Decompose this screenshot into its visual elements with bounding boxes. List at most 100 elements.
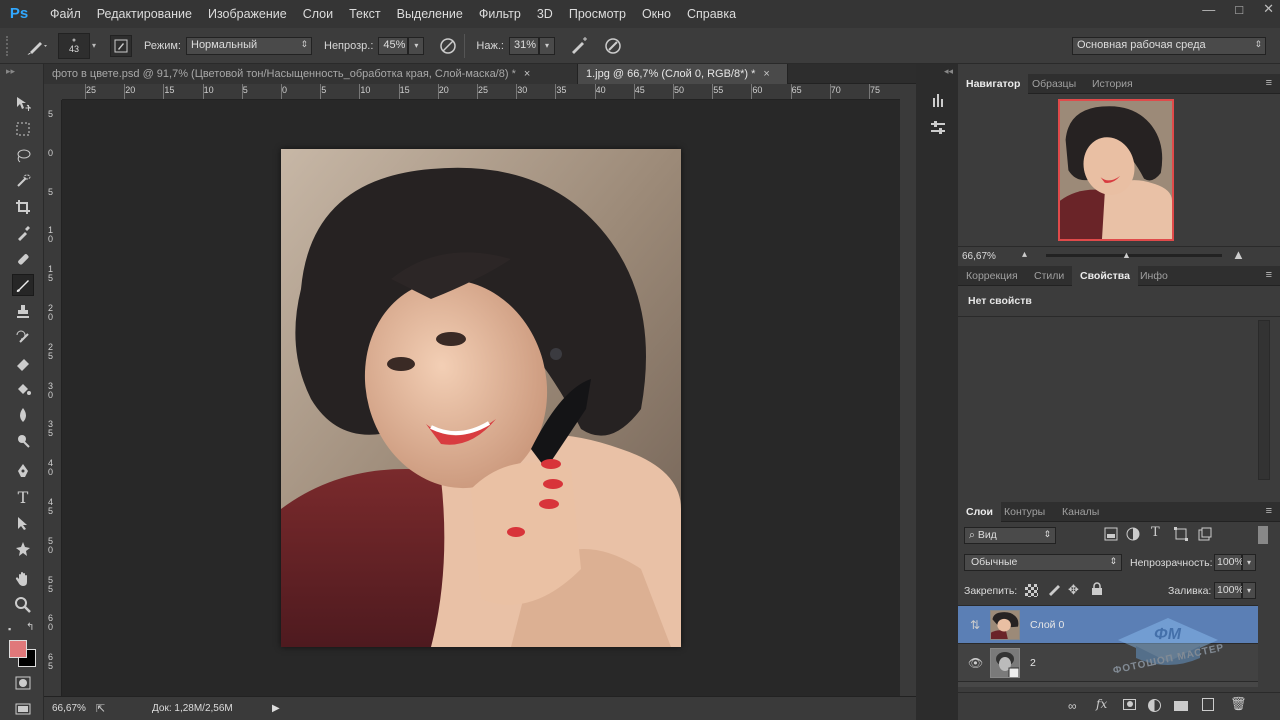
shape-tool-icon[interactable] — [12, 538, 34, 560]
zoom-slider-thumb[interactable]: ▲ — [1122, 250, 1131, 260]
type-tool-icon[interactable]: T — [12, 486, 34, 508]
minimize-button[interactable]: — — [1202, 2, 1215, 17]
zoom-level[interactable]: 66,67% — [52, 703, 96, 714]
maximize-button[interactable]: □ — [1235, 2, 1243, 17]
link-layers-icon[interactable]: ∞ — [1068, 699, 1077, 713]
tab-styles[interactable]: Стили — [1026, 266, 1072, 286]
panel-menu-icon[interactable]: ≡ — [1266, 77, 1272, 89]
clone-stamp-tool-icon[interactable] — [12, 300, 34, 322]
mode-select[interactable]: Нормальный ⇕ — [186, 36, 312, 55]
zoom-out-icon[interactable]: ▴ — [1022, 249, 1027, 260]
menu-3d[interactable]: 3D — [537, 7, 553, 21]
workspace-select[interactable]: Основная рабочая среда ⇕ — [1072, 37, 1266, 55]
lock-transparent-icon[interactable] — [1025, 584, 1038, 597]
menu-file[interactable]: Файл — [50, 7, 81, 21]
layer-style-fx-icon[interactable]: fx — [1096, 697, 1107, 711]
layer-opacity-dropdown-icon[interactable]: ▾ — [1242, 554, 1256, 571]
tab-history[interactable]: История — [1084, 74, 1141, 94]
properties-scrollbar[interactable] — [1258, 320, 1270, 480]
close-icon[interactable]: × — [763, 68, 769, 80]
pen-tool-icon[interactable] — [12, 460, 34, 482]
marquee-tool-icon[interactable] — [12, 118, 34, 140]
export-icon[interactable]: ⇱ — [96, 702, 116, 715]
close-icon[interactable]: × — [524, 68, 530, 80]
tab-layers[interactable]: Слои — [958, 502, 1001, 522]
fill-input[interactable]: 100% — [1214, 582, 1244, 599]
airbrush-icon[interactable] — [569, 36, 589, 56]
move-tool-icon[interactable] — [12, 92, 34, 114]
navigator-zoom-value[interactable]: 66,67% — [962, 251, 996, 262]
add-mask-icon[interactable] — [1123, 699, 1136, 710]
tab-swatches[interactable]: Образцы — [1024, 74, 1084, 94]
zoom-in-icon[interactable]: ▲ — [1232, 247, 1245, 262]
zoom-tool-icon[interactable] — [12, 594, 34, 616]
vertical-scrollbar[interactable] — [900, 84, 916, 696]
flow-dropdown-icon[interactable]: ▾ — [538, 36, 555, 55]
layer-name[interactable]: 2 — [1030, 657, 1036, 669]
layer-opacity-input[interactable]: 100% — [1214, 554, 1244, 571]
path-selection-tool-icon[interactable] — [12, 512, 34, 534]
zoom-slider-track[interactable] — [1046, 254, 1222, 257]
filter-smart-object-icon[interactable] — [1198, 527, 1214, 543]
lock-position-icon[interactable]: ✥ — [1068, 582, 1079, 598]
panel-collapse-icon[interactable]: ◂◂ — [944, 66, 953, 77]
blend-mode-select[interactable]: Обычные ⇕ — [964, 554, 1122, 571]
filter-pixel-icon[interactable] — [1104, 527, 1120, 543]
layer-name[interactable]: Слой 0 — [1030, 619, 1064, 631]
new-adjustment-icon[interactable] — [1148, 699, 1161, 712]
tab-document-psd[interactable]: фото в цвете.psd @ 91,7% (Цветовой тон/Н… — [44, 64, 578, 84]
lock-all-icon[interactable] — [1091, 582, 1103, 599]
filter-shape-icon[interactable] — [1174, 527, 1190, 543]
menu-help[interactable]: Справка — [687, 7, 736, 21]
pressure-size-icon[interactable] — [603, 36, 623, 56]
pressure-opacity-icon[interactable] — [438, 36, 458, 56]
new-group-icon[interactable] — [1174, 701, 1188, 711]
horizontal-ruler[interactable]: 25 20 15 10 5 0 5 10 15 20 25 30 35 40 45 50 55 60 65 70 75 — [62, 84, 900, 100]
menu-edit[interactable]: Редактирование — [97, 7, 192, 21]
foreground-color-swatch[interactable] — [9, 640, 27, 658]
brush-panel-toggle-icon[interactable] — [110, 34, 133, 57]
filter-type-icon[interactable]: T — [1151, 525, 1160, 540]
lock-pixels-icon[interactable] — [1047, 582, 1061, 599]
brush-tool-preset-icon[interactable] — [26, 36, 52, 56]
opacity-dropdown-icon[interactable]: ▾ — [408, 36, 425, 55]
tab-adjustments[interactable]: Коррекция — [958, 266, 1026, 286]
brush-size-picker[interactable]: ● 43 — [58, 32, 90, 59]
navigator-preview[interactable] — [1058, 99, 1174, 241]
quick-selection-tool-icon[interactable] — [12, 170, 34, 192]
tab-info[interactable]: Инфо — [1132, 266, 1176, 286]
menu-image[interactable]: Изображение — [208, 7, 287, 21]
flow-input[interactable]: 31% — [508, 36, 539, 55]
tab-document-jpg[interactable]: 1.jpg @ 66,7% (Слой 0, RGB/8*) * × — [578, 64, 788, 84]
brush-settings-icon[interactable] — [925, 116, 951, 140]
swap-colors-icon[interactable]: ↰ — [26, 622, 34, 633]
eraser-tool-icon[interactable] — [12, 352, 34, 374]
blur-tool-icon[interactable] — [12, 404, 34, 426]
menu-select[interactable]: Выделение — [397, 7, 463, 21]
brush-tool-icon[interactable] — [12, 274, 34, 296]
tab-navigator[interactable]: Навигатор — [958, 74, 1029, 94]
panel-collapse-icon[interactable]: ▸▸ — [6, 66, 15, 77]
default-colors-icon[interactable]: ▪ — [8, 624, 11, 634]
menu-type[interactable]: Текст — [349, 7, 380, 21]
healing-brush-tool-icon[interactable] — [12, 248, 34, 270]
eye-icon[interactable]: 👁 — [968, 656, 983, 670]
brush-size-dropdown-icon[interactable]: ▾ — [92, 41, 96, 50]
eyedropper-tool-icon[interactable] — [12, 222, 34, 244]
screen-mode-icon[interactable] — [12, 698, 34, 720]
ruler-origin[interactable] — [44, 84, 62, 100]
history-brush-tool-icon[interactable] — [12, 326, 34, 348]
menu-view[interactable]: Просмотр — [569, 7, 626, 21]
paint-bucket-tool-icon[interactable] — [12, 378, 34, 400]
close-button[interactable]: ✕ — [1263, 1, 1274, 17]
tab-properties[interactable]: Свойства — [1072, 266, 1138, 286]
filter-adjustment-icon[interactable] — [1126, 527, 1142, 543]
menu-window[interactable]: Окно — [642, 7, 671, 21]
menu-layers[interactable]: Слои — [303, 7, 333, 21]
new-layer-icon[interactable] — [1202, 698, 1214, 711]
lasso-tool-icon[interactable] — [12, 144, 34, 166]
layer-link-icon[interactable]: ⇅ — [968, 618, 982, 632]
panel-menu-icon[interactable]: ≡ — [1266, 269, 1272, 281]
delete-layer-icon[interactable]: 🗑 — [1230, 696, 1247, 712]
status-menu-arrow-icon[interactable]: ▶ — [272, 703, 280, 714]
